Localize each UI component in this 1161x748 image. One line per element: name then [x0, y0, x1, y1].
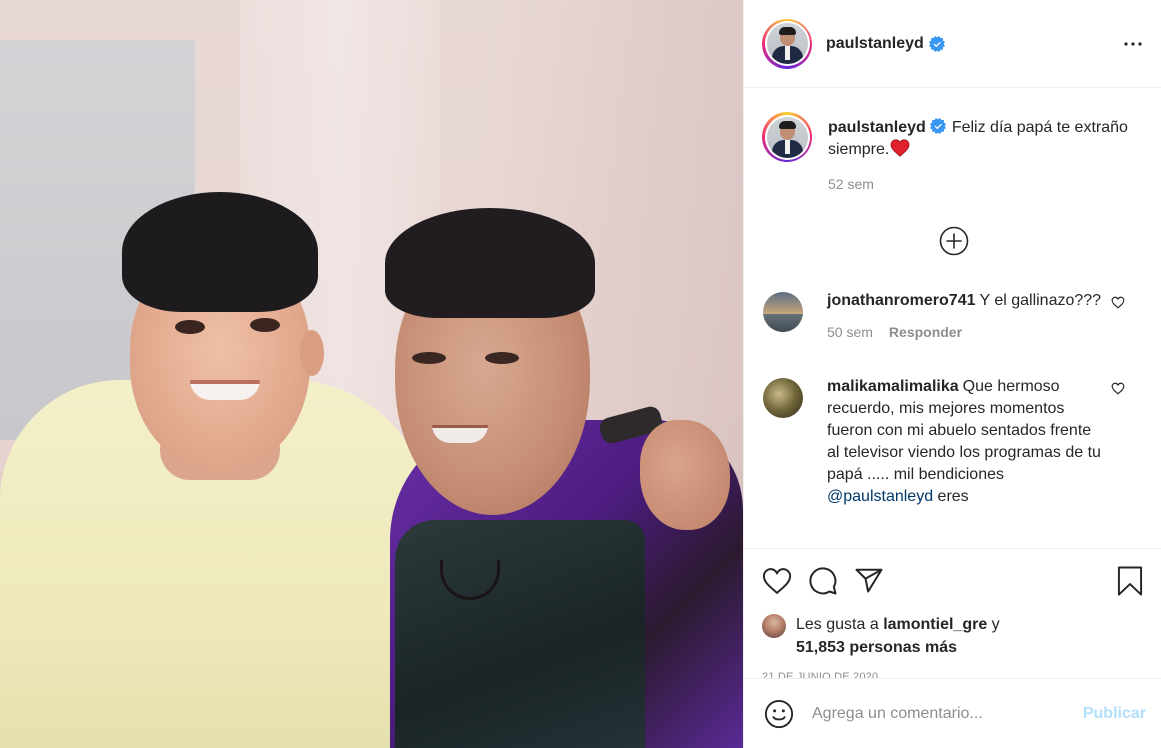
- post-photo[interactable]: [0, 0, 743, 748]
- comment-avatar[interactable]: [763, 292, 803, 332]
- comment-username[interactable]: malikamalimalika: [827, 378, 959, 395]
- likes-prefix: Les gusta a: [796, 616, 879, 633]
- comment-item: jonathanromero741 Y el gallinazo??? 50 se…: [762, 292, 1145, 340]
- likes-conjunction: y: [991, 616, 1000, 633]
- more-options-icon[interactable]: [1121, 32, 1145, 56]
- comments-list[interactable]: paulstanleyd Feliz día papá te extraño s…: [744, 88, 1161, 548]
- emoji-icon[interactable]: [764, 699, 794, 729]
- liker-avatar[interactable]: [762, 614, 786, 638]
- photo-man-vest: [395, 520, 645, 748]
- caption-story-ring[interactable]: [762, 112, 812, 162]
- avatar-hair: [778, 27, 796, 35]
- photo-man-eye-left: [412, 352, 446, 364]
- header-username[interactable]: paulstanleyd: [826, 35, 924, 53]
- photo-boy-hair: [122, 192, 318, 312]
- post-header: paulstanleyd: [744, 0, 1161, 88]
- instagram-post: paulstanleyd paulstanleyd Feliz día papá…: [0, 0, 1161, 748]
- comment-like-heart-icon[interactable]: [1111, 296, 1125, 312]
- comment-text-block: malikamalimalika Que hermoso recuerdo, mi…: [827, 376, 1105, 508]
- likes-summary: Les gusta a lamontiel_gre y 51,853 perso…: [762, 613, 1145, 659]
- comment-text-block: jonathanromero741 Y el gallinazo???: [827, 290, 1105, 312]
- comment-mention-link[interactable]: @paulstanleyd: [827, 488, 933, 505]
- comment-avatar[interactable]: [763, 378, 803, 418]
- comment-username[interactable]: jonathanromero741: [827, 292, 975, 309]
- comment-input[interactable]: [812, 704, 1083, 723]
- photo-boy-ear: [300, 330, 324, 376]
- photo-man-eye-right: [485, 352, 519, 364]
- share-icon[interactable]: [854, 566, 884, 596]
- comment-text: Y el gallinazo???: [979, 292, 1102, 309]
- publish-button[interactable]: Publicar: [1083, 705, 1146, 723]
- comment-body: malikamalimalika Que hermoso recuerdo, mi…: [827, 378, 1145, 508]
- action-icons: [762, 563, 1145, 599]
- photo-boy-mouth: [190, 380, 260, 400]
- add-comment-bar: Publicar: [744, 678, 1161, 748]
- caption-username[interactable]: paulstanleyd: [828, 119, 926, 136]
- caption: paulstanleyd Feliz día papá te extraño s…: [762, 112, 1145, 192]
- avatar: [766, 23, 808, 64]
- story-ring[interactable]: [762, 18, 812, 69]
- avatar-border: [764, 21, 810, 66]
- verified-badge-icon: [928, 35, 945, 52]
- caption-time[interactable]: 52 sem: [828, 176, 874, 192]
- comment-meta: 50 sem Responder: [827, 324, 1105, 340]
- heart-icon[interactable]: [762, 567, 792, 595]
- comment-body: jonathanromero741 Y el gallinazo??? 50 se…: [827, 292, 1145, 340]
- bookmark-icon[interactable]: [1115, 565, 1145, 597]
- comment-text-continued: eres: [933, 488, 969, 505]
- caption-avatar-shirt: [784, 139, 790, 154]
- comment-icon[interactable]: [808, 566, 838, 596]
- plus-circle-icon[interactable]: [939, 226, 969, 256]
- caption-avatar: [766, 116, 808, 158]
- avatar-shirt: [784, 46, 790, 60]
- photo-boy-eye-right: [250, 318, 280, 332]
- reply-button[interactable]: Responder: [889, 324, 962, 340]
- caption-text-block: paulstanleyd Feliz día papá te extraño s…: [828, 117, 1145, 164]
- comment-time[interactable]: 50 sem: [827, 324, 873, 340]
- photo-man-hand: [640, 420, 730, 530]
- comment-like-heart-icon[interactable]: [1111, 382, 1125, 398]
- caption-avatar-border: [764, 114, 810, 160]
- post-side-panel: paulstanleyd paulstanleyd Feliz día papá…: [743, 0, 1161, 748]
- red-heart-emoji-icon: [890, 139, 910, 164]
- caption-meta: 52 sem: [828, 176, 1145, 192]
- likes-count[interactable]: 51,853 personas más: [796, 639, 957, 656]
- liker-username[interactable]: lamontiel_gre: [883, 616, 987, 633]
- photo-man-hair: [385, 208, 595, 318]
- caption-body: paulstanleyd Feliz día papá te extraño s…: [828, 112, 1145, 192]
- caption-avatar-hair: [778, 120, 796, 129]
- photo-boy-eye-left: [175, 320, 205, 334]
- likes-text: Les gusta a lamontiel_gre y 51,853 perso…: [796, 613, 1000, 659]
- comment-item: malikamalimalika Que hermoso recuerdo, mi…: [762, 378, 1145, 508]
- load-more-comments: [762, 226, 1145, 256]
- caption-verified-badge-icon: [929, 118, 946, 134]
